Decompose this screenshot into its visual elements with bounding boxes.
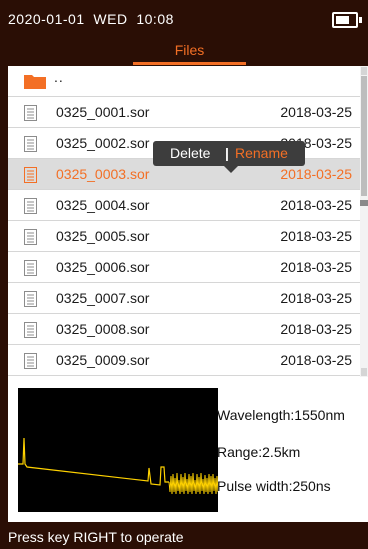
file-row[interactable]: 0325_0004.sor 2018-03-25: [8, 190, 360, 221]
file-row[interactable]: 0325_0007.sor 2018-03-25: [8, 283, 360, 314]
document-icon: [24, 136, 37, 152]
folder-icon: [24, 75, 46, 89]
file-date: 2018-03-25: [280, 104, 352, 120]
file-date: 2018-03-25: [280, 166, 352, 182]
file-list: .. 0325_0001.sor 2018-03-25 0325_0002.sor 2…: [8, 66, 360, 377]
menu-separator: |: [225, 145, 229, 161]
file-date: 2018-03-25: [280, 321, 352, 337]
file-date: 2018-03-25: [280, 352, 352, 368]
file-name: 0325_0009.sor: [56, 352, 150, 368]
wavelength-label: Wavelength:1550nm: [217, 407, 345, 423]
scroll-up-arrow[interactable]: [361, 67, 367, 75]
document-icon: [24, 198, 37, 214]
weekday: WED: [93, 11, 128, 27]
file-name: 0325_0005.sor: [56, 228, 150, 244]
range-label: Range:2.5km: [217, 444, 301, 460]
file-name: 0325_0001.sor: [56, 104, 150, 120]
file-name: 0325_0006.sor: [56, 259, 150, 275]
file-row[interactable]: 0325_0009.sor 2018-03-25: [8, 345, 360, 376]
parent-folder-label: ..: [54, 69, 64, 85]
status-bar: 2020-01-01 WED 10:08: [0, 0, 368, 40]
file-date: 2018-03-25: [280, 290, 352, 306]
list-item-parent-folder[interactable]: ..: [8, 66, 360, 97]
scrollbar[interactable]: [360, 66, 368, 377]
time: 10:08: [136, 11, 174, 27]
file-row[interactable]: 0325_0008.sor 2018-03-25: [8, 314, 360, 345]
trace-preview-panel: Wavelength:1550nm Range:2.5km Pulse widt…: [8, 377, 368, 522]
battery-icon: [332, 12, 362, 28]
file-name: 0325_0007.sor: [56, 290, 150, 306]
otdr-trace-plot: [18, 388, 218, 512]
file-row[interactable]: 0325_0001.sor 2018-03-25: [8, 97, 360, 128]
rename-menu-item[interactable]: Rename: [235, 145, 288, 161]
document-icon: [24, 291, 37, 307]
tab-bar: Files: [0, 40, 368, 66]
document-icon: [24, 167, 37, 183]
file-name: 0325_0003.sor: [56, 166, 150, 182]
file-date: 2018-03-25: [280, 228, 352, 244]
pulse-width-label: Pulse width:250ns: [217, 478, 331, 494]
active-tab-indicator: [133, 62, 246, 65]
file-date: 2018-03-25: [280, 197, 352, 213]
file-row[interactable]: 0325_0005.sor 2018-03-25: [8, 221, 360, 252]
file-date: 2018-03-25: [280, 259, 352, 275]
file-name: 0325_0002.sor: [56, 135, 150, 151]
context-menu: Delete | Rename: [153, 141, 305, 173]
scroll-down-arrow[interactable]: [361, 368, 367, 376]
document-icon: [24, 105, 37, 121]
file-name: 0325_0008.sor: [56, 321, 150, 337]
hint-bar: Press key RIGHT to operate: [0, 522, 368, 549]
date: 2020-01-01: [8, 11, 85, 27]
datetime: 2020-01-01 WED 10:08: [8, 11, 174, 27]
scroll-position-marker: [360, 200, 368, 206]
otdr-screen: 2020-01-01 WED 10:08 Files .. 0325_0001.…: [0, 0, 368, 549]
hint-text: Press key RIGHT to operate: [8, 529, 184, 545]
file-row[interactable]: 0325_0006.sor 2018-03-25: [8, 252, 360, 283]
document-icon: [24, 322, 37, 338]
delete-menu-item[interactable]: Delete: [170, 145, 210, 161]
file-name: 0325_0004.sor: [56, 197, 150, 213]
document-icon: [24, 353, 37, 369]
menu-pointer: [224, 166, 238, 173]
tab-files[interactable]: Files: [133, 40, 246, 66]
document-icon: [24, 229, 37, 245]
document-icon: [24, 260, 37, 276]
tab-files-label: Files: [174, 42, 205, 58]
scroll-thumb[interactable]: [361, 76, 367, 196]
